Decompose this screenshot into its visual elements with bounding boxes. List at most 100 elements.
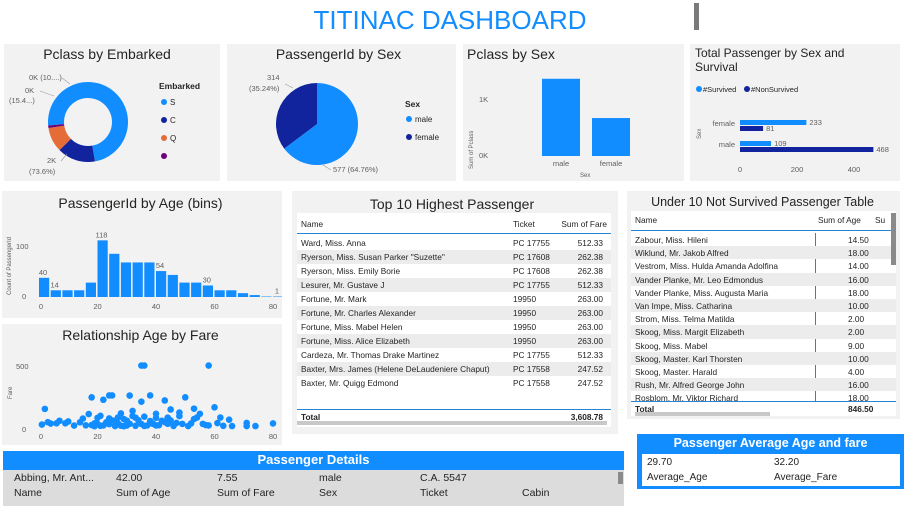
scatter-point[interactable]: [53, 419, 60, 427]
under10-row[interactable]: Skoog, Master. Karl Thorsten 10.00: [631, 351, 896, 365]
under10-hscroll[interactable]: [635, 412, 770, 416]
age-bar-2[interactable]: [62, 290, 73, 297]
scatter-point[interactable]: [190, 405, 198, 412]
under10-row[interactable]: Vander Planke, Mr. Leo Edmondus 16.00: [631, 272, 896, 286]
under10-row[interactable]: Zabour, Miss. Hileni 14.50: [631, 233, 896, 246]
scatter-point[interactable]: [141, 413, 148, 420]
scatter-point[interactable]: [202, 421, 210, 429]
under10-row[interactable]: Wiklund, Mr. Jakob Alfred 18.00: [631, 246, 896, 260]
age-bar-12[interactable]: [179, 282, 190, 297]
scatter-point[interactable]: [190, 415, 198, 423]
top10-row[interactable]: Baxter, Mrs. James (Helene DeLaudeniere …: [297, 362, 611, 376]
top10-col-fare[interactable]: Sum of Fare: [561, 219, 607, 229]
age-bar-5[interactable]: [97, 240, 108, 297]
under10-col-su[interactable]: Su: [875, 215, 885, 225]
scatter-point[interactable]: [117, 422, 125, 429]
age-bar-10[interactable]: [156, 271, 167, 297]
age-bar-0[interactable]: [39, 277, 50, 297]
scatter-point[interactable]: [152, 422, 160, 429]
top10-row[interactable]: Fortune, Mr. Charles Alexander 19950 263.0…: [297, 306, 611, 320]
age-bar-9[interactable]: [144, 262, 155, 297]
age-bar-14[interactable]: [202, 285, 213, 297]
survival-bar-female-1[interactable]: [740, 126, 764, 131]
age-bar-13[interactable]: [191, 282, 202, 297]
age-bar-1[interactable]: [50, 290, 61, 297]
scatter-point[interactable]: [41, 405, 49, 413]
top10-col-ticket[interactable]: Ticket: [513, 219, 535, 229]
top10-row[interactable]: Ward, Miss. Anna PC 17755 512.33: [297, 236, 611, 250]
under10-vscroll[interactable]: [891, 213, 896, 265]
scatter-point[interactable]: [243, 422, 250, 430]
scrollbar-top[interactable]: [694, 3, 699, 30]
details-col-fare[interactable]: Sum of Fare: [217, 487, 275, 499]
scatter-point[interactable]: [97, 422, 104, 430]
details-col-ticket[interactable]: Ticket: [420, 487, 448, 499]
scatter-point[interactable]: [252, 422, 259, 430]
top10-row[interactable]: Fortune, Mr. Mark 19950 263.00: [297, 292, 611, 306]
scatter-point[interactable]: [161, 397, 169, 404]
scatter-point[interactable]: [123, 422, 131, 429]
scatter-point[interactable]: [105, 420, 113, 428]
scatter-point[interactable]: [214, 419, 221, 427]
age-bar-8[interactable]: [132, 262, 143, 297]
scatter-point[interactable]: [79, 415, 87, 422]
top10-row[interactable]: Baxter, Mr. Quigg Edmond PC 17558 247.52: [297, 376, 611, 390]
under10-row[interactable]: Vander Planke, Miss. Augusta Maria 18.00: [631, 286, 896, 299]
scatter-point[interactable]: [82, 422, 90, 429]
details-col-sex[interactable]: Sex: [319, 487, 337, 499]
scatter-point[interactable]: [141, 362, 148, 369]
scatter-point[interactable]: [132, 422, 139, 430]
scatter-point[interactable]: [161, 418, 169, 426]
details-col-cabin[interactable]: Cabin: [522, 487, 549, 499]
age-bar-18[interactable]: [249, 295, 260, 297]
scatter-point[interactable]: [141, 422, 148, 430]
scatter-point[interactable]: [38, 421, 46, 428]
scatter-point[interactable]: [269, 420, 277, 427]
scatter-point[interactable]: [111, 417, 119, 425]
scatter-point[interactable]: [181, 394, 189, 401]
scatter-point[interactable]: [88, 421, 95, 429]
top10-scrollbar[interactable]: [297, 421, 607, 425]
scatter-point[interactable]: [100, 396, 107, 404]
scatter-point[interactable]: [173, 419, 180, 427]
age-bar-11[interactable]: [167, 274, 178, 297]
top10-row[interactable]: Fortune, Miss. Alice Elizabeth 19950 263.0…: [297, 334, 611, 348]
age-bar-3[interactable]: [74, 290, 85, 297]
scatter-point[interactable]: [44, 418, 52, 426]
under10-col-age[interactable]: Sum of Age: [818, 215, 861, 225]
under10-row[interactable]: Vestrom, Miss. Hulda Amanda Adolfina 14.0…: [631, 259, 896, 272]
pclass-bar-female[interactable]: [592, 118, 630, 156]
scatter-point[interactable]: [70, 422, 78, 429]
survival-bar-male-0[interactable]: [740, 141, 772, 146]
top10-row[interactable]: Ryerson, Miss. Susan Parker "Suzette" PC …: [297, 250, 611, 264]
details-col-name[interactable]: Name: [14, 487, 42, 499]
pclass-bar-male[interactable]: [542, 78, 580, 156]
under10-row[interactable]: Strom, Miss. Telma Matilda 2.00: [631, 312, 896, 325]
details-scrollbar[interactable]: [618, 472, 623, 484]
scatter-point[interactable]: [105, 392, 113, 399]
under10-row[interactable]: Rush, Mr. Alfred George John 16.00: [631, 378, 896, 392]
scatter-point[interactable]: [219, 422, 227, 430]
age-bar-7[interactable]: [120, 262, 132, 297]
top10-col-name[interactable]: Name: [301, 219, 323, 229]
scatter-point[interactable]: [120, 415, 128, 423]
scatter-point[interactable]: [228, 422, 236, 430]
under10-row[interactable]: Skoog, Miss. Margit Elizabeth 2.00: [631, 325, 896, 339]
scatter-point[interactable]: [176, 412, 183, 420]
age-bar-17[interactable]: [237, 293, 249, 297]
scatter-point[interactable]: [62, 419, 69, 427]
under10-row[interactable]: Van Impe, Miss. Catharina 10.00: [631, 299, 896, 313]
age-bar-16[interactable]: [226, 290, 237, 297]
scatter-point[interactable]: [85, 410, 93, 418]
scatter-point[interactable]: [179, 420, 186, 428]
under10-row[interactable]: Skoog, Master. Harald 4.00: [631, 365, 896, 378]
scatter-point[interactable]: [88, 394, 95, 401]
under10-row[interactable]: Skoog, Miss. Mabel 9.00: [631, 339, 896, 352]
scatter-point[interactable]: [167, 406, 174, 413]
age-bar-6[interactable]: [109, 253, 120, 297]
age-bar-4[interactable]: [85, 282, 96, 297]
top10-row[interactable]: Fortune, Miss. Mabel Helen 19950 263.00: [297, 320, 611, 334]
scatter-point[interactable]: [205, 362, 212, 369]
scatter-point[interactable]: [152, 414, 160, 422]
top10-row[interactable]: Lesurer, Mr. Gustave J PC 17755 512.33: [297, 278, 611, 292]
